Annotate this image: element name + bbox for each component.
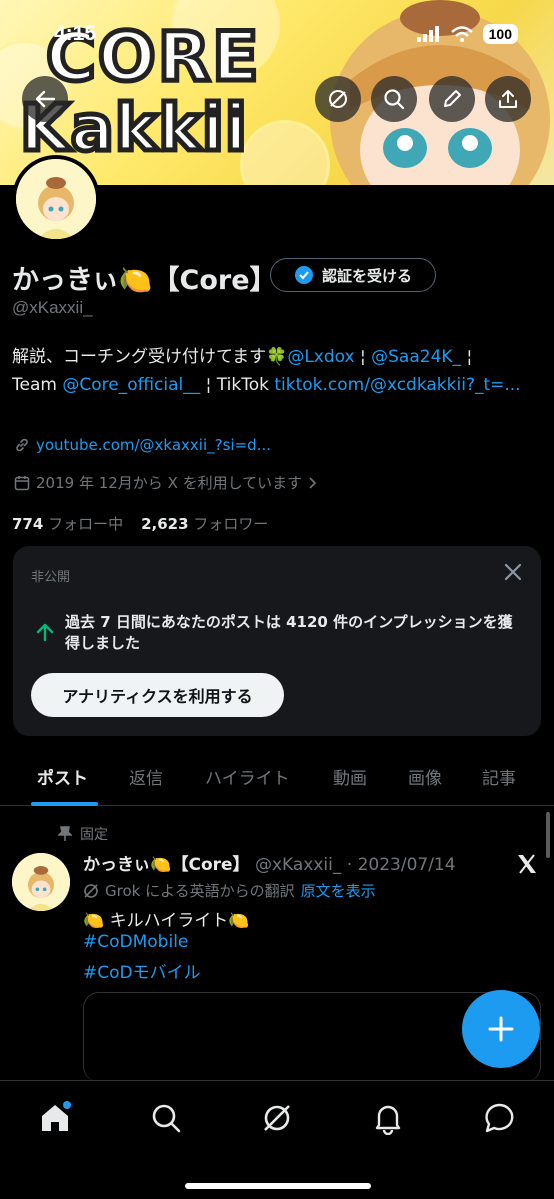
profile-tabs: ポスト 返信 ハイライト 動画 画像 記事 bbox=[0, 752, 554, 806]
avatar-image bbox=[16, 159, 96, 239]
post-text: 🍋 キルハイライト🍋 bbox=[83, 911, 250, 931]
bio-separator: ¦ bbox=[461, 347, 473, 367]
private-label: 非公開 bbox=[31, 570, 71, 585]
impressions-message: 過去 7 日間にあなたのポストは 4120 件のインプレッションを獲得しました bbox=[65, 613, 513, 652]
following-count: 774 bbox=[12, 515, 44, 533]
profile-name: かっきぃ🍋【Core】 bbox=[12, 265, 277, 296]
arrow-left-icon bbox=[35, 90, 56, 108]
followers-label: フォロワー bbox=[193, 515, 269, 533]
bio-mention-core-official[interactable]: @Core_official__ bbox=[62, 375, 200, 395]
get-verified-button[interactable]: 認証を受ける bbox=[270, 258, 436, 292]
grok-icon bbox=[264, 1105, 290, 1131]
nav-search[interactable] bbox=[149, 1101, 183, 1139]
bio-team-text: Team bbox=[12, 375, 63, 395]
profile-website[interactable]: youtube.com/@xkaxxii_?si=d... bbox=[14, 436, 271, 454]
active-tab-indicator bbox=[31, 802, 98, 806]
tab-articles[interactable]: 記事 bbox=[482, 764, 516, 789]
post-author[interactable]: かっきぃ🍋【Core】 bbox=[83, 855, 250, 875]
show-original-link[interactable]: 原文を表示 bbox=[301, 880, 376, 901]
bell-icon bbox=[375, 1105, 401, 1136]
pinned-label: 固定 bbox=[80, 827, 108, 843]
grok-button[interactable] bbox=[315, 76, 361, 122]
pinned-indicator: 固定 bbox=[58, 824, 108, 844]
translation-text: Grok による英語からの翻訳 bbox=[105, 882, 295, 900]
nav-messages[interactable] bbox=[482, 1101, 516, 1139]
battery-indicator: 100 bbox=[482, 24, 518, 44]
close-card-button[interactable] bbox=[501, 560, 525, 588]
edit-button[interactable] bbox=[429, 76, 475, 122]
nav-notifications[interactable] bbox=[371, 1101, 405, 1139]
scrollbar[interactable] bbox=[546, 812, 550, 858]
profile-joined[interactable]: 2019 年 12月から X を利用しています bbox=[14, 472, 318, 493]
followers-count: 2,623 bbox=[141, 515, 189, 533]
nav-home[interactable] bbox=[38, 1101, 72, 1139]
follow-counts: 774 フォロー中 2,623 フォロワー bbox=[12, 513, 268, 534]
tab-highlights[interactable]: ハイライト bbox=[205, 764, 290, 789]
x-logo-icon bbox=[518, 854, 536, 874]
status-bar: 4:15 100 bbox=[0, 0, 554, 56]
profile-bio: 解説、コーチング受け付けてます🍀@Lxdox ¦ @Saa24K_ ¦ Team… bbox=[12, 343, 542, 399]
compose-post-button[interactable] bbox=[462, 990, 540, 1068]
post-header: かっきぃ🍋【Core】 @xKaxxii_ · 2023/07/14 bbox=[83, 850, 456, 875]
following-label: フォロー中 bbox=[48, 515, 124, 533]
bottom-navigation bbox=[0, 1080, 554, 1199]
link-icon bbox=[16, 438, 28, 452]
following-link[interactable]: 774 フォロー中 bbox=[12, 513, 123, 534]
hashtag-codmobile[interactable]: #CoDMobile bbox=[83, 932, 188, 952]
trending-up-icon bbox=[36, 623, 54, 642]
verified-badge-icon bbox=[294, 266, 313, 284]
bio-tiktok-text: ¦ TikTok bbox=[200, 375, 275, 395]
followers-link[interactable]: 2,623 フォロワー bbox=[141, 513, 268, 534]
wifi-icon bbox=[450, 26, 473, 42]
plus-icon bbox=[488, 1016, 514, 1042]
joined-text: 2019 年 12月から X を利用しています bbox=[36, 474, 303, 492]
tab-videos[interactable]: 動画 bbox=[333, 764, 367, 789]
bio-text: 解説、コーチング受け付けてます🍀 bbox=[12, 347, 288, 367]
get-verified-label: 認証を受ける bbox=[321, 266, 412, 285]
pencil-icon bbox=[444, 90, 461, 107]
post-avatar-image bbox=[12, 853, 70, 911]
analytics-card: 非公開 過去 7 日間にあなたのポストは 4120 件のインプレッションを獲得し… bbox=[13, 546, 541, 736]
post-handle-date[interactable]: @xKaxxii_ · 2023/07/14 bbox=[255, 855, 456, 875]
home-icon bbox=[42, 1101, 71, 1131]
profile-avatar[interactable] bbox=[12, 155, 100, 243]
back-button[interactable] bbox=[22, 76, 68, 122]
message-icon bbox=[485, 1103, 514, 1133]
use-analytics-button[interactable]: アナリティクスを利用する bbox=[31, 673, 284, 717]
chevron-right-icon bbox=[309, 476, 317, 489]
website-link[interactable]: youtube.com/@xkaxxii_?si=d... bbox=[36, 436, 271, 454]
grok-translate-icon bbox=[84, 883, 98, 898]
tab-replies[interactable]: 返信 bbox=[129, 764, 163, 789]
translation-note: Grok による英語からの翻訳 原文を表示 bbox=[83, 880, 376, 901]
share-icon bbox=[499, 90, 517, 108]
pin-icon bbox=[58, 826, 72, 841]
search-button[interactable] bbox=[371, 76, 417, 122]
hashtag-codmobile-jp[interactable]: #CoDモバイル bbox=[83, 958, 201, 983]
bio-separator: ¦ bbox=[354, 347, 372, 367]
post-avatar[interactable] bbox=[12, 853, 70, 911]
nav-grok[interactable] bbox=[260, 1101, 294, 1139]
bio-mention-saa24k[interactable]: @Saa24K_ bbox=[371, 347, 461, 367]
home-indicator bbox=[185, 1183, 371, 1189]
tab-images[interactable]: 画像 bbox=[408, 764, 442, 789]
share-button[interactable] bbox=[485, 76, 531, 122]
search-icon bbox=[384, 89, 405, 110]
bio-tiktok-link[interactable]: tiktok.com/@xcdkakkii?_t=... bbox=[274, 375, 520, 395]
bio-mention-lxdox[interactable]: @Lxdox bbox=[287, 347, 354, 367]
close-icon bbox=[504, 563, 522, 581]
signal-icon bbox=[416, 26, 439, 42]
tab-posts[interactable]: ポスト bbox=[37, 764, 88, 789]
status-time: 4:15 bbox=[54, 22, 97, 45]
profile-handle: @xKaxxii_ bbox=[12, 298, 93, 317]
grok-icon bbox=[329, 90, 347, 108]
search-icon bbox=[152, 1104, 181, 1133]
calendar-icon bbox=[14, 475, 30, 490]
